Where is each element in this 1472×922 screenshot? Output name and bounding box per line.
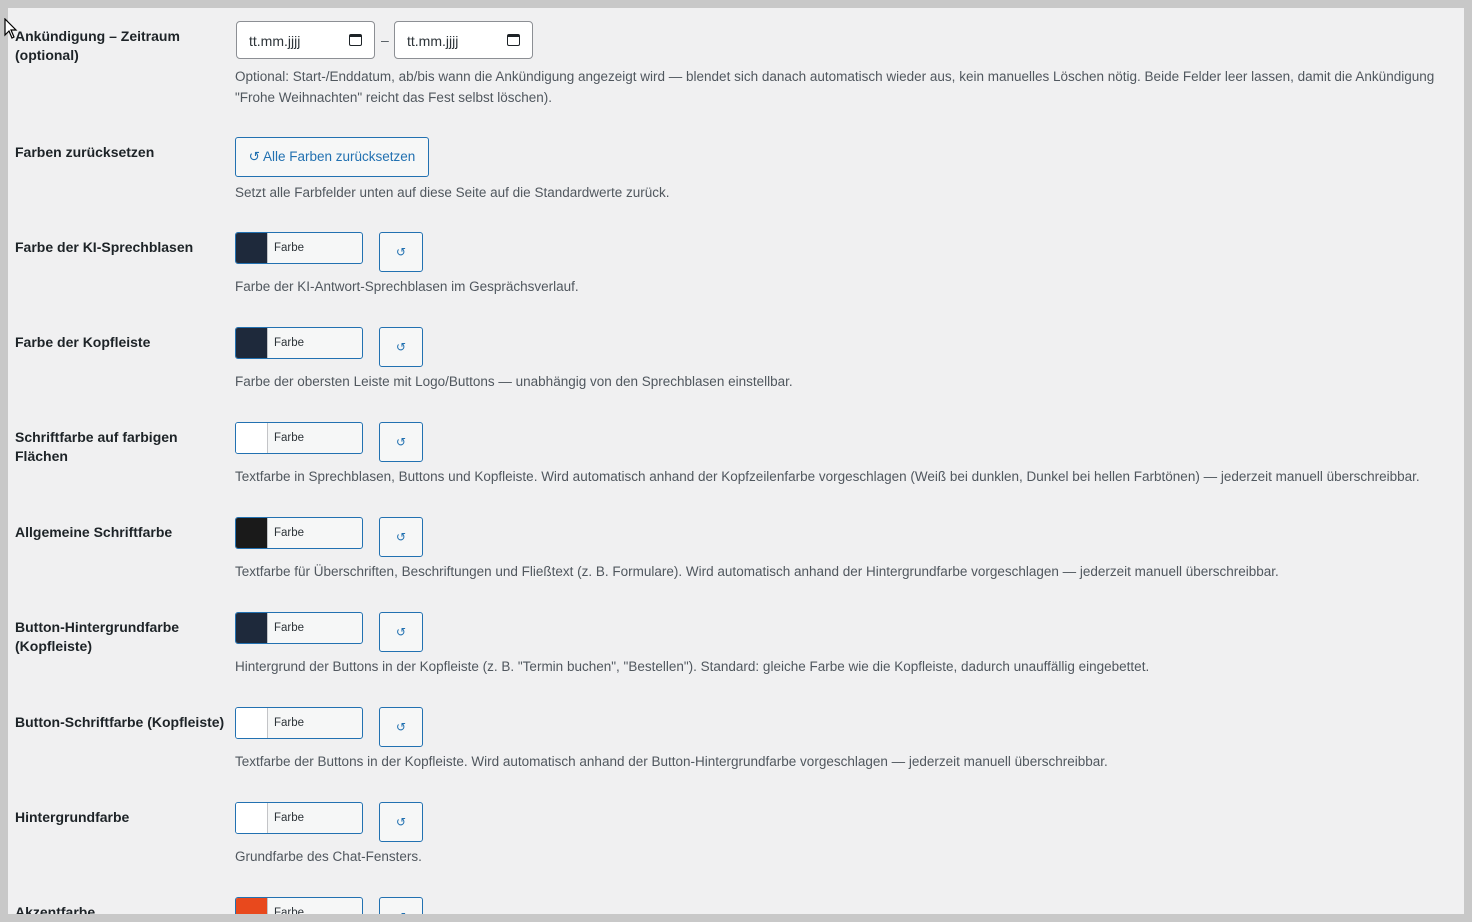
settings-panel: Ankündigung – Zeitraum (optional) tt.mm.… <box>8 8 1464 914</box>
color-field-label: Button-Schriftfarbe (Kopfleiste) <box>15 714 225 730</box>
reset-color-button[interactable]: ↺ <box>379 327 423 367</box>
reset-color-button[interactable]: ↺ <box>379 897 423 914</box>
date-to-placeholder: tt.mm.jjjj <box>407 33 459 49</box>
reset-icon: ↺ <box>395 720 407 734</box>
color-picker-button[interactable]: Farbe auswählen <box>235 422 363 454</box>
color-field-description: Textfarbe der Buttons in der Kopfleiste.… <box>235 754 1108 769</box>
color-field-label: Farbe der Kopfleiste <box>15 334 151 350</box>
reset-icon: ↺ <box>395 530 407 544</box>
date-to-input[interactable]: tt.mm.jjjj <box>394 21 533 59</box>
color-picker-label: Farbe auswählen <box>274 907 305 914</box>
reset-colors-label: Farben zurücksetzen <box>15 144 155 160</box>
color-picker-label: Farbe auswählen <box>274 527 305 539</box>
color-field-description: Textfarbe für Überschriften, Beschriftun… <box>235 564 1279 579</box>
color-picker-button[interactable]: Farbe auswählen <box>235 897 363 914</box>
color-field-label: Button-Hintergrundfarbe (Kopfleiste) <box>15 619 180 654</box>
calendar-icon[interactable] <box>507 34 520 46</box>
reset-color-button[interactable]: ↺ <box>379 232 423 272</box>
reset-icon: ↺ <box>396 910 406 914</box>
color-picker-label: Farbe auswählen <box>274 622 305 634</box>
color-swatch <box>236 803 268 833</box>
reset-color-button[interactable]: ↺ <box>379 422 423 462</box>
reset-icon: ↺ <box>395 245 407 259</box>
reset-color-button[interactable]: ↺ <box>379 517 423 557</box>
color-field-label: Akzentfarbe <box>15 904 96 914</box>
color-picker-button[interactable]: Farbe auswählen <box>235 232 363 264</box>
date-separator: – <box>381 32 389 48</box>
color-picker-label: Farbe auswählen <box>274 432 305 444</box>
reset-color-button[interactable]: ↺ <box>379 802 423 842</box>
color-picker-label: Farbe auswählen <box>274 717 305 729</box>
color-swatch <box>236 708 268 738</box>
color-field-description: Grundfarbe des Chat-Fensters. <box>235 849 422 864</box>
reset-color-button[interactable]: ↺ <box>379 612 423 652</box>
color-picker-label: Farbe auswählen <box>274 812 305 824</box>
color-field-label: Farbe der KI-Sprechblasen <box>15 239 194 255</box>
color-picker-button[interactable]: Farbe auswählen <box>235 517 363 549</box>
announcement-description: Optional: Start-/Enddatum, ab/bis wann d… <box>235 69 1435 105</box>
color-field-label: Schriftfarbe auf farbigen Flächen <box>15 429 178 464</box>
reset-icon: ↺ <box>395 340 407 354</box>
date-from-input[interactable]: tt.mm.jjjj <box>236 21 375 59</box>
color-swatch <box>236 518 268 548</box>
reset-color-button[interactable]: ↺ <box>379 707 423 747</box>
reset-all-colors-button[interactable]: ↺ Alle Farben zurücksetzen <box>235 137 429 177</box>
color-picker-button[interactable]: Farbe auswählen <box>235 707 363 739</box>
color-picker-label: Farbe auswählen <box>274 242 305 254</box>
calendar-icon[interactable] <box>349 34 362 46</box>
mouse-cursor-icon <box>4 18 18 39</box>
date-from-placeholder: tt.mm.jjjj <box>249 33 301 49</box>
color-swatch <box>236 423 268 453</box>
color-swatch <box>236 328 268 358</box>
color-picker-button[interactable]: Farbe auswählen <box>235 802 363 834</box>
color-picker-label: Farbe auswählen <box>274 337 305 349</box>
color-field-label: Allgemeine Schriftfarbe <box>15 524 173 540</box>
reset-colors-description: Setzt alle Farbfelder unten auf diese Se… <box>235 185 670 200</box>
color-field-description: Hintergrund der Buttons in der Kopfleist… <box>235 659 1150 674</box>
announcement-label: Ankündigung – Zeitraum (optional) <box>15 28 180 63</box>
color-swatch <box>236 898 268 914</box>
reset-icon: ↺ <box>395 625 407 639</box>
reset-icon: ↺ <box>395 435 407 449</box>
color-swatch <box>236 613 268 643</box>
color-picker-button[interactable]: Farbe auswählen <box>235 612 363 644</box>
color-field-description: Textfarbe in Sprechblasen, Buttons und K… <box>235 469 1420 484</box>
color-field-description: Farbe der KI-Antwort-Sprechblasen im Ges… <box>235 279 579 294</box>
color-field-description: Farbe der obersten Leiste mit Logo/Butto… <box>235 374 793 389</box>
color-swatch <box>236 233 268 263</box>
color-field-label: Hintergrundfarbe <box>15 809 130 825</box>
reset-icon: ↺ <box>395 815 407 829</box>
color-picker-button[interactable]: Farbe auswählen <box>235 327 363 359</box>
